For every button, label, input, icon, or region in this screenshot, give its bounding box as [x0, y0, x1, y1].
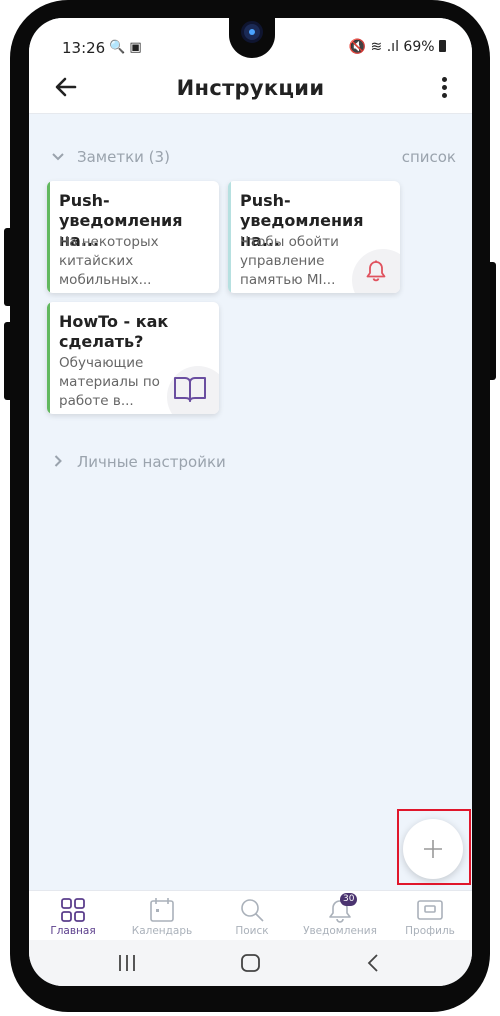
- chevron-right-icon: [51, 454, 65, 470]
- front-camera: [229, 18, 275, 58]
- more-dot: [441, 85, 447, 90]
- more-button[interactable]: [438, 74, 450, 104]
- note-card[interactable]: HowTo - как сделать? Обучающие материалы…: [47, 302, 219, 414]
- status-right-icons: 🔇 ≋ .ıl: [348, 39, 399, 55]
- recent-apps-button[interactable]: [112, 950, 142, 976]
- bell-icon: [366, 260, 386, 282]
- note-card[interactable]: Push- уведомления на... На некоторых кит…: [47, 181, 219, 293]
- nav-item-search[interactable]: Поиск: [209, 897, 295, 937]
- home-button[interactable]: [236, 950, 266, 976]
- card-icon-badge: [167, 366, 219, 414]
- grid-icon: [30, 897, 116, 923]
- note-title: HowTo - как сделать?: [59, 312, 169, 351]
- card-accent-bar: [47, 302, 50, 414]
- screen: 13:26 🔍 ▣ 🔇 ≋ .ıl 69% Инструкции Заметки…: [29, 18, 472, 986]
- notes-section-title: Заметки (3): [77, 148, 170, 166]
- home-icon: [241, 954, 260, 972]
- personal-section-header[interactable]: Личные настройки: [51, 450, 226, 474]
- status-right: 🔇 ≋ .ıl 69%: [349, 39, 446, 55]
- nav-label-search: Поиск: [235, 925, 269, 937]
- back-icon: [367, 954, 378, 972]
- nav-item-notifications[interactable]: 30 Уведомления: [297, 893, 383, 937]
- page-title: Инструкции: [176, 76, 325, 100]
- system-back-button[interactable]: [359, 950, 389, 976]
- book-icon: [174, 377, 206, 402]
- app-bar: Инструкции: [29, 64, 472, 114]
- recent-apps-icon: [119, 955, 135, 971]
- chevron-down-icon: [51, 151, 65, 164]
- notification-count-badge: 30: [340, 893, 358, 906]
- bell-icon: 30: [297, 893, 383, 923]
- nav-item-home[interactable]: Главная: [30, 897, 116, 937]
- notes-section-header[interactable]: Заметки (3): [51, 145, 170, 169]
- system-nav-bar: [29, 940, 472, 986]
- nav-label-notifications: Уведомления: [303, 925, 377, 937]
- note-preview: На некоторых китайских мобильных...: [59, 234, 159, 288]
- status-time: 13:26: [62, 39, 106, 57]
- nav-label-home: Главная: [50, 925, 96, 937]
- card-accent-bar: [228, 181, 231, 293]
- status-left-icons: 🔍 ▣: [109, 40, 142, 55]
- search-icon: [209, 897, 295, 923]
- phone: 13:26 🔍 ▣ 🔇 ≋ .ıl 69% Инструкции Заметки…: [0, 0, 500, 1016]
- more-vert-icon: [441, 77, 447, 82]
- battery-percent: 69%: [403, 39, 435, 55]
- status-bar: 13:26 🔍 ▣ 🔇 ≋ .ıl 69%: [29, 18, 472, 64]
- personal-section-title: Личные настройки: [77, 453, 226, 471]
- view-toggle-list[interactable]: список: [402, 148, 456, 166]
- calendar-icon: [119, 897, 205, 923]
- highlight-box: [397, 809, 471, 885]
- nav-item-profile[interactable]: Профиль: [387, 897, 472, 937]
- note-card[interactable]: Push- уведомления на... Чтобы обойти упр…: [228, 181, 400, 293]
- bottom-nav: Главная Календарь Поиск 30 Уведомления П…: [29, 890, 472, 940]
- camera-lens: [241, 21, 263, 43]
- profile-icon: [387, 897, 472, 923]
- more-dot: [441, 93, 447, 98]
- nav-label-profile: Профиль: [405, 925, 455, 937]
- note-preview: Чтобы обойти управление памятью MI...: [240, 234, 339, 288]
- nav-label-calendar: Календарь: [131, 925, 193, 937]
- battery-icon: [439, 40, 446, 52]
- nav-item-calendar[interactable]: Календарь: [119, 897, 205, 937]
- card-accent-bar: [47, 181, 50, 293]
